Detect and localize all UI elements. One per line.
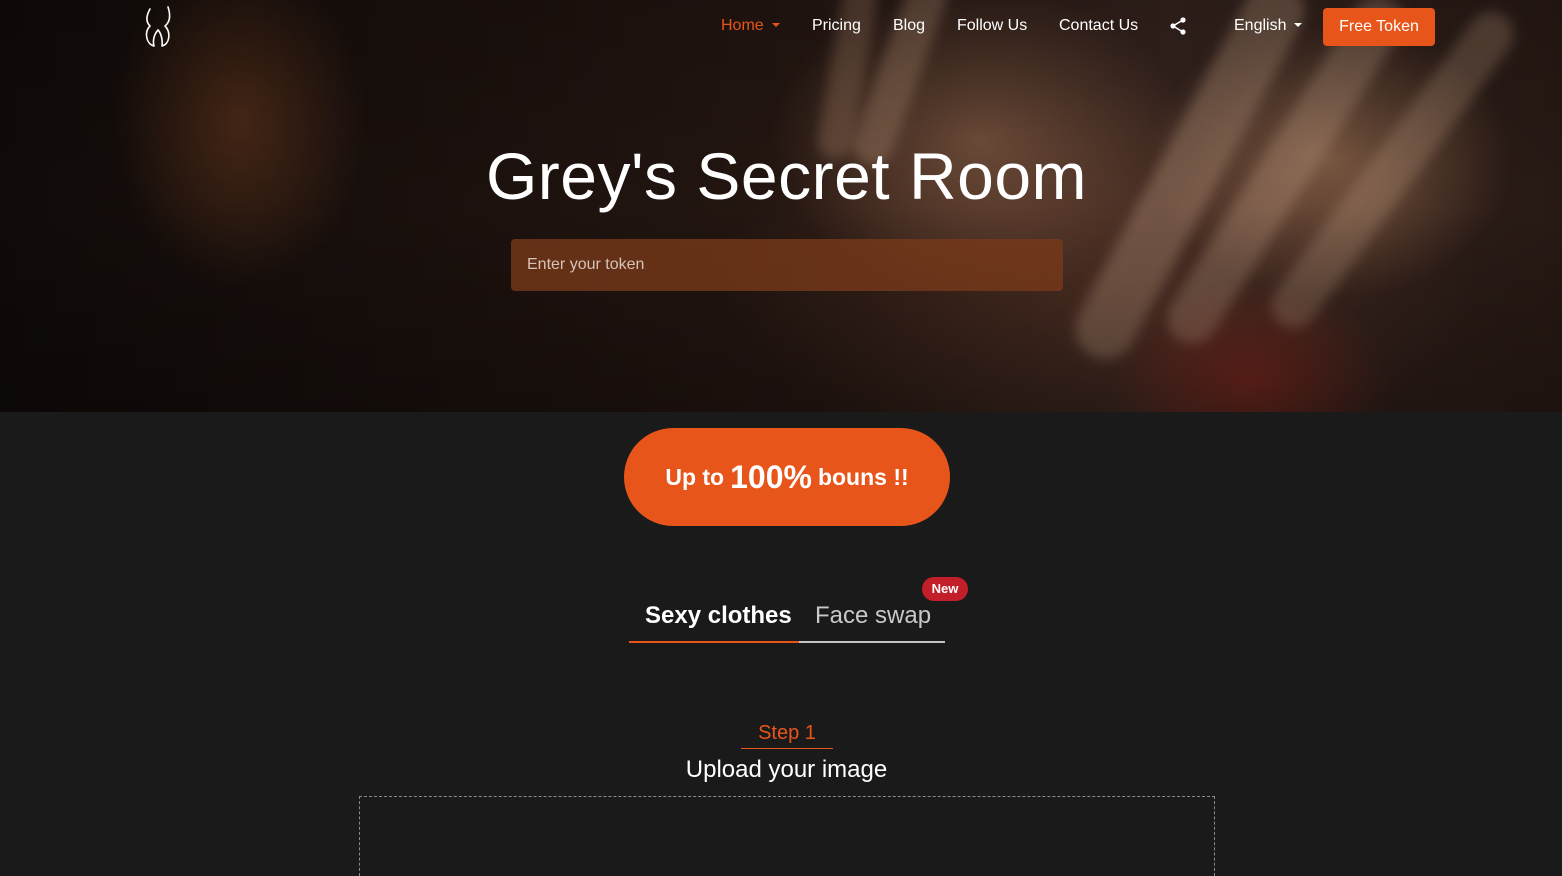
share-icon[interactable] (1168, 16, 1188, 36)
nav-blog[interactable]: Blog (893, 17, 925, 35)
caret-down-icon (1294, 23, 1303, 27)
tab-face-swap[interactable]: Face swap (815, 602, 931, 630)
language-selector[interactable]: English (1234, 17, 1303, 35)
bonus-button[interactable]: Up to 100% bouns !! (624, 428, 950, 526)
page-title: Grey's Secret Room (485, 139, 1088, 213)
nav-pricing[interactable]: Pricing (812, 17, 861, 35)
new-badge: New (922, 577, 968, 601)
upload-title: Upload your image (685, 756, 888, 783)
step-label: Step 1 (741, 722, 833, 749)
tab-inactive-underline (799, 641, 945, 643)
bonus-suffix: bouns !! (817, 463, 909, 490)
top-navigation: Home Pricing Blog Follow Us Contact Us E… (0, 0, 1562, 54)
image-dropzone[interactable] (359, 796, 1215, 876)
tab-active-underline (629, 641, 799, 643)
nav-home[interactable]: Home (721, 17, 780, 35)
devil-horns-logo-icon[interactable] (140, 4, 176, 50)
bonus-prefix: Up to (665, 463, 725, 490)
caret-down-icon (771, 23, 780, 27)
nav-contact-us[interactable]: Contact Us (1059, 17, 1138, 35)
token-input[interactable] (511, 239, 1063, 291)
tab-sexy-clothes[interactable]: Sexy clothes (645, 602, 792, 630)
bonus-amount: 100% (730, 458, 812, 495)
nav-follow-us[interactable]: Follow Us (957, 17, 1027, 35)
free-token-button[interactable]: Free Token (1323, 8, 1435, 46)
